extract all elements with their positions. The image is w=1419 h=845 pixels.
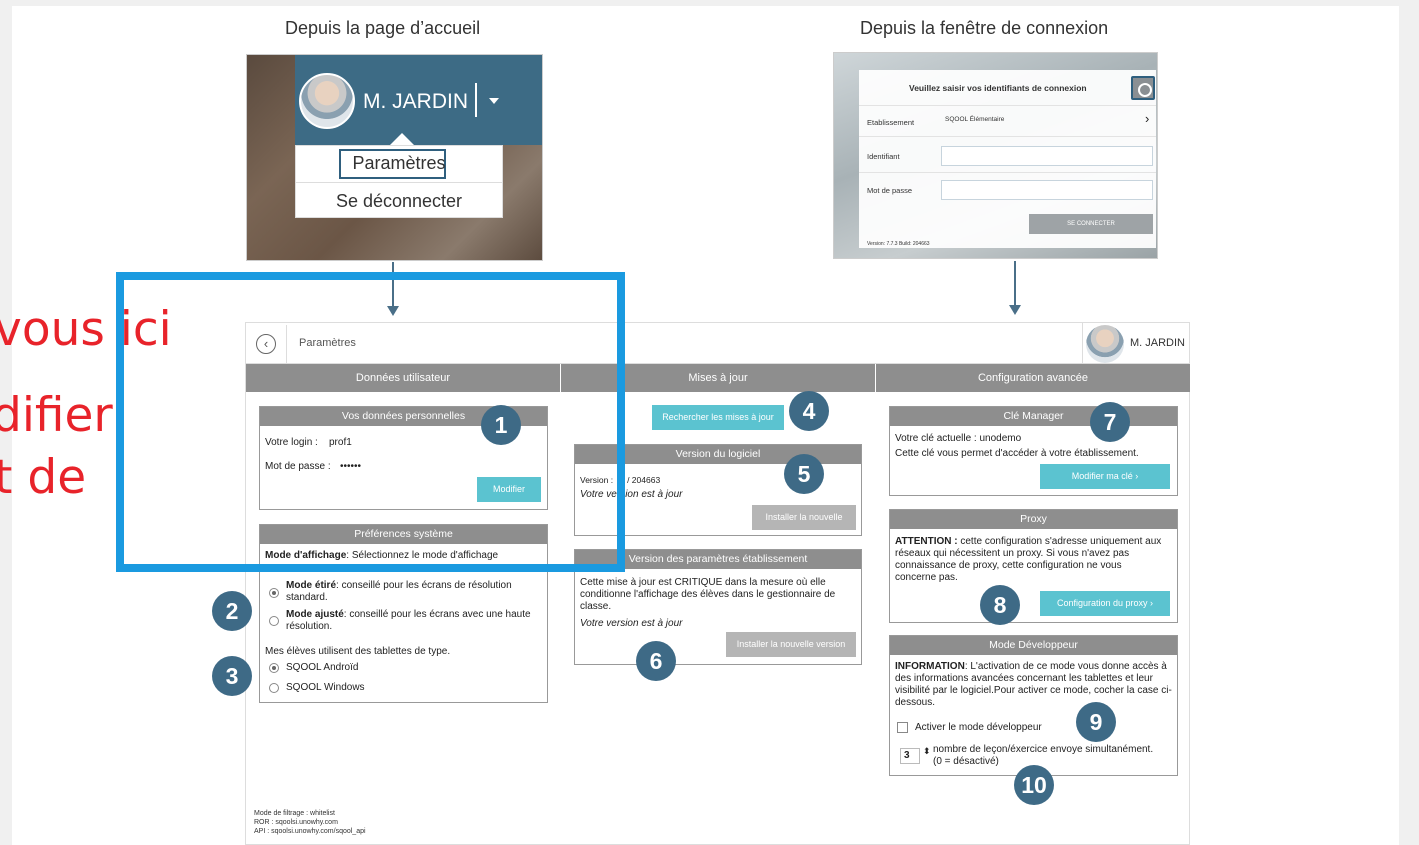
key-description: Cette clé vous permet d'accéder à votre …	[895, 448, 1139, 459]
lesson-count-note: (0 = désactivé)	[933, 756, 999, 767]
proxy-config-button[interactable]: Configuration du proxy ›	[1040, 591, 1170, 616]
developer-mode-panel: Mode Développeur INFORMATION: L'activati…	[889, 635, 1178, 776]
right-gutter	[1399, 0, 1419, 845]
version-label: Version: 7.7.3 Build: 204663	[867, 241, 930, 247]
radio-mode-stretched[interactable]	[269, 588, 279, 598]
mode-adjusted-label: Mode ajusté: conseillé pour les écrans a…	[286, 609, 544, 633]
divider	[1082, 323, 1083, 364]
api-info: API : sqoolsi.unowhy.com/sqool_api	[254, 828, 366, 835]
arrow-line-right	[1014, 261, 1016, 307]
callout-badge-4: 4	[789, 391, 829, 431]
caption-login: Depuis la fenêtre de connexion	[860, 18, 1109, 38]
stepper-arrows-icon[interactable]: ⬍	[923, 746, 931, 757]
login-card: Veuillez saisir vos identifiants de conn…	[859, 70, 1156, 248]
menu-pointer	[390, 133, 414, 145]
home-page-snapshot: M. JARDIN Paramètres Se déconnecter	[246, 54, 543, 261]
filter-mode-info: Mode de filtrage : whitelist	[254, 810, 335, 817]
proxy-warning-bold: ATTENTION :	[895, 536, 958, 547]
chevron-down-icon[interactable]	[489, 98, 499, 104]
lesson-count-stepper[interactable]: 3	[900, 748, 920, 764]
top-strip	[0, 0, 1419, 6]
developer-info: INFORMATION: L'activation de ce mode vou…	[895, 661, 1175, 709]
arrow-down-icon	[1009, 305, 1021, 315]
gear-icon[interactable]	[1131, 76, 1155, 100]
login-button[interactable]: SE CONNECTER	[1029, 214, 1153, 234]
radio-tablet-windows[interactable]	[269, 683, 279, 693]
panel-title: Clé Manager	[890, 407, 1177, 426]
avatar	[299, 73, 355, 129]
developer-info-bold: INFORMATION	[895, 661, 965, 672]
callout-badge-7: 7	[1090, 402, 1130, 442]
callout-badge-8: 8	[980, 585, 1020, 625]
mode-stretched-label: Mode étiré: conseillé pour les écrans de…	[286, 580, 544, 604]
menu-item-logout[interactable]: Se déconnecter	[296, 191, 502, 212]
username-field[interactable]	[941, 146, 1153, 166]
install-params-button[interactable]: Installer la nouvelle version	[726, 632, 856, 657]
caption-home: Depuis la page d’accueil	[285, 18, 481, 38]
key-manager-panel: Clé Manager Votre clé actuelle : unodemo…	[889, 406, 1178, 496]
callout-badge-6: 6	[636, 641, 676, 681]
mode-stretched-bold: Mode étiré	[286, 580, 337, 591]
user-dropdown-menu: Paramètres Se déconnecter	[295, 145, 503, 218]
tablet-android-label: SQOOL Androïd	[286, 662, 359, 673]
panel-title: Mode Développeur	[890, 636, 1177, 655]
install-software-button[interactable]: Installer la nouvelle version	[752, 505, 856, 547]
check-updates-button[interactable]: Rechercher les mises à jour	[652, 405, 784, 430]
field-label-password: Mot de passe	[867, 186, 913, 195]
divider	[859, 136, 1156, 137]
page: Depuis la page d’accueil Depuis la fenêt…	[0, 0, 1419, 845]
divider	[859, 105, 1156, 106]
menu-divider	[296, 182, 502, 183]
chevron-right-icon: ›	[1145, 111, 1150, 126]
tablet-question: Mes élèves utilisent des tablettes de ty…	[265, 646, 451, 657]
menu-item-parametres[interactable]: Paramètres	[296, 153, 502, 174]
overlay-text-line-3: t de	[0, 450, 87, 505]
tablet-windows-label: SQOOL Windows	[286, 682, 365, 693]
overlay-text-line-2: difier	[0, 388, 113, 443]
radio-tablet-android[interactable]	[269, 663, 279, 673]
school-select[interactable]: SQOOL Élémentaire	[941, 110, 1153, 130]
callout-badge-9: 9	[1076, 702, 1116, 742]
callout-badge-10: 10	[1014, 765, 1054, 805]
radio-mode-adjusted[interactable]	[269, 616, 279, 626]
login-title: Veuillez saisir vos identifiants de conn…	[909, 83, 1087, 93]
callout-badge-2: 2	[212, 591, 252, 631]
proxy-panel: Proxy ATTENTION : cette configuration s'…	[889, 509, 1178, 623]
login-window-snapshot: Veuillez saisir vos identifiants de conn…	[833, 52, 1158, 259]
params-description: Cette mise à jour est CRITIQUE dans la m…	[580, 577, 836, 612]
modify-key-button[interactable]: Modifier ma clé ›	[1040, 464, 1170, 489]
lesson-count-label: nombre de leçon/éxercice envoye simultan…	[933, 744, 1154, 755]
password-field[interactable]	[941, 180, 1153, 200]
user-name: M. JARDIN	[363, 90, 468, 113]
current-key: Votre clé actuelle : unodemo	[895, 433, 1022, 444]
field-label-school: Etablissement	[867, 118, 915, 127]
developer-mode-label: Activer le mode développeur	[915, 722, 1042, 733]
column-header-advanced: Configuration avancée	[876, 364, 1190, 392]
divider	[859, 172, 1156, 173]
callout-badge-5: 5	[784, 454, 824, 494]
developer-mode-checkbox[interactable]	[897, 722, 908, 733]
callout-badge-3: 3	[212, 656, 252, 696]
software-version-value: 0 / 204663	[620, 475, 661, 485]
panel-title: Proxy	[890, 510, 1177, 529]
mode-adjusted-bold: Mode ajusté	[286, 609, 344, 620]
avatar	[1086, 325, 1124, 363]
field-label-username: Identifiant	[867, 152, 900, 161]
user-name[interactable]: M. JARDIN	[1130, 337, 1185, 349]
params-status: Votre version est à jour	[580, 618, 683, 629]
proxy-warning: ATTENTION : cette configuration s'adress…	[895, 536, 1165, 584]
highlight-frame	[116, 272, 625, 572]
ror-info: ROR : sqoolsi.unowhy.com	[254, 819, 338, 826]
user-menu-divider	[475, 83, 477, 117]
